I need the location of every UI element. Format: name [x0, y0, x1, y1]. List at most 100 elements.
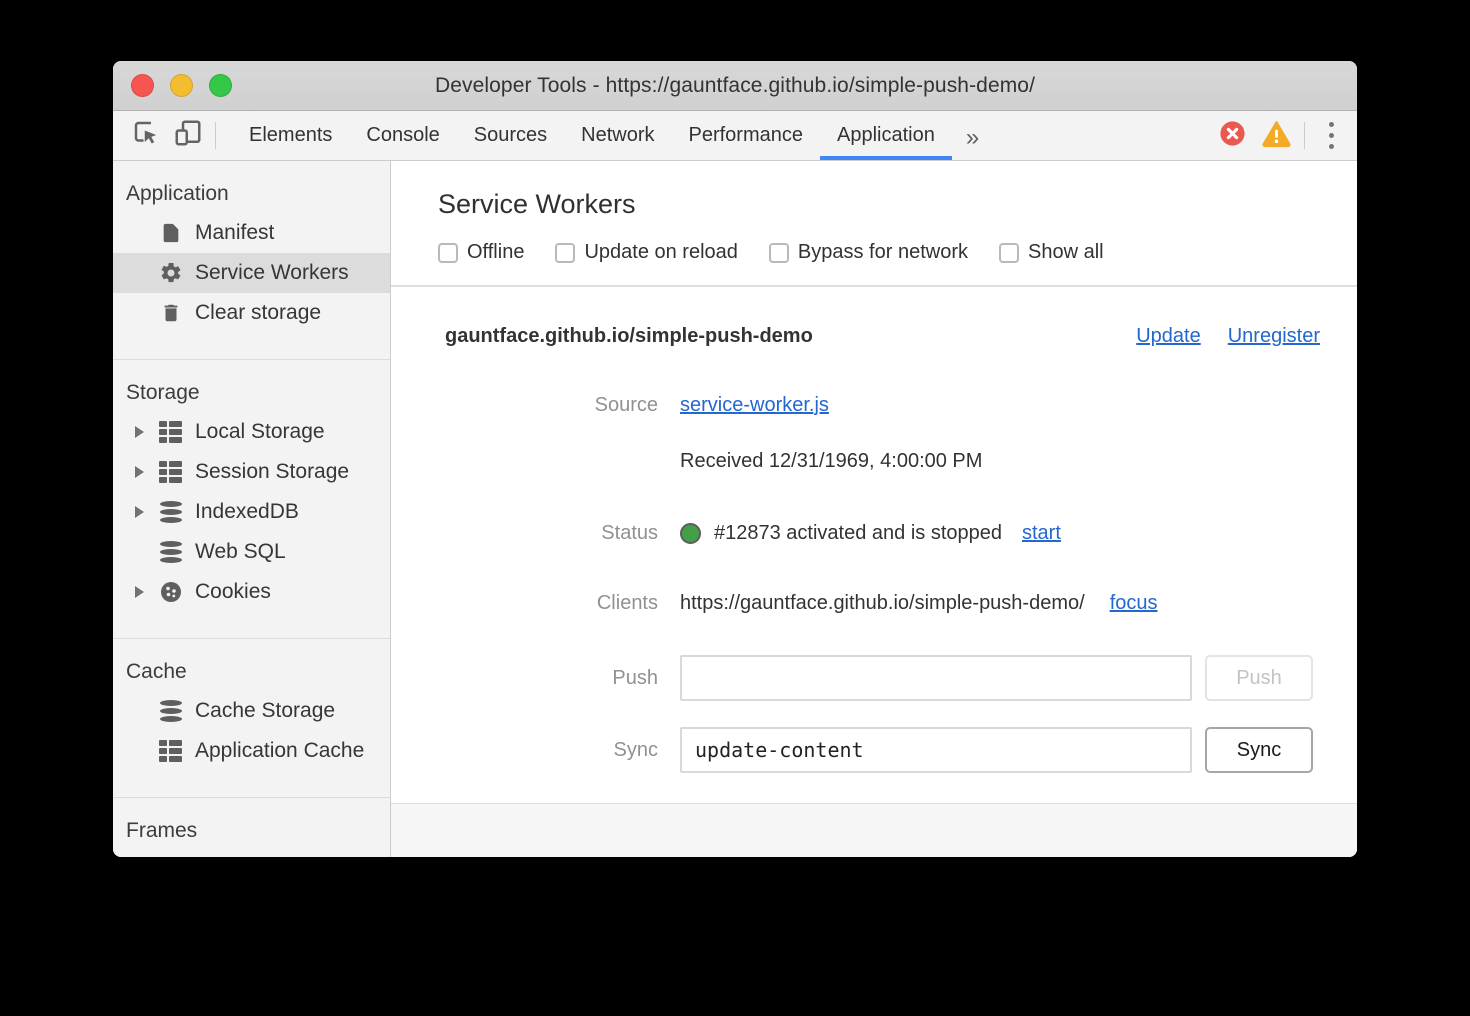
sidebar-item-session-storage[interactable]: Session Storage	[113, 452, 390, 492]
status-label: Status	[445, 522, 658, 545]
sidebar-item-label: Local Storage	[195, 420, 325, 444]
disclosure-slot[interactable]	[135, 426, 158, 438]
start-link[interactable]: start	[1022, 522, 1061, 545]
sync-label: Sync	[445, 739, 658, 762]
inspect-element-button[interactable]	[125, 111, 167, 160]
sidebar-item-label: Cookies	[195, 580, 271, 604]
clients-label: Clients	[445, 592, 658, 615]
sidebar-section-cache: Cache Cache Storage Application Cache	[113, 638, 390, 797]
push-data-input[interactable]	[680, 655, 1192, 701]
panel-header: Service Workers Offline Update on reload…	[391, 161, 1357, 287]
service-worker-details: gauntface.github.io/simple-push-demo Upd…	[391, 287, 1357, 804]
sidebar-section-application: Application Manifest Service Workers	[113, 161, 390, 359]
show-all-checkbox[interactable]: Show all	[999, 241, 1104, 264]
zoom-window-button[interactable]	[209, 74, 232, 97]
section-header-storage: Storage	[113, 374, 390, 412]
sidebar-section-frames: Frames	[113, 797, 390, 857]
console-errors-button[interactable]	[1210, 111, 1254, 160]
source-file-link[interactable]: service-worker.js	[680, 394, 829, 417]
offline-checkbox[interactable]: Offline	[438, 241, 524, 264]
checkbox-box[interactable]	[999, 243, 1019, 263]
source-label: Source	[445, 394, 658, 417]
sidebar-item-service-workers[interactable]: Service Workers	[113, 253, 390, 293]
sidebar-item-web-sql[interactable]: Web SQL	[113, 532, 390, 572]
inspect-cursor-icon	[131, 118, 161, 153]
update-on-reload-checkbox[interactable]: Update on reload	[555, 241, 737, 264]
tab-performance[interactable]: Performance	[672, 111, 821, 160]
document-icon	[158, 221, 183, 246]
disclosure-triangle-icon	[135, 466, 144, 478]
client-url: https://gauntface.github.io/simple-push-…	[680, 592, 1085, 615]
devtools-tabs: Elements Console Sources Network Perform…	[232, 111, 993, 160]
toolbar-separator	[1304, 122, 1305, 149]
toolbar-right-controls	[1210, 111, 1357, 160]
sync-tag-input[interactable]	[680, 727, 1192, 773]
database-icon	[158, 540, 183, 565]
disclosure-slot	[135, 705, 158, 717]
tab-label: Performance	[689, 124, 804, 147]
devtools-menu-button[interactable]	[1311, 111, 1351, 160]
update-link[interactable]: Update	[1136, 325, 1201, 348]
disclosure-slot	[135, 546, 158, 558]
sidebar-item-clear-storage[interactable]: Clear storage	[113, 293, 390, 333]
minimize-window-button[interactable]	[170, 74, 193, 97]
table-icon	[158, 739, 183, 764]
window-titlebar: Developer Tools - https://gauntface.gith…	[113, 61, 1357, 111]
toggle-device-toolbar-button[interactable]	[167, 111, 209, 160]
disclosure-slot[interactable]	[135, 586, 158, 598]
close-window-button[interactable]	[131, 74, 154, 97]
sidebar-item-label: IndexedDB	[195, 500, 299, 524]
push-row: Push Push	[445, 655, 1320, 701]
console-warnings-button[interactable]	[1254, 111, 1298, 160]
disclosure-triangle-icon	[135, 586, 144, 598]
sidebar-item-indexeddb[interactable]: IndexedDB	[113, 492, 390, 532]
disclosure-triangle-icon	[135, 426, 144, 438]
disclosure-slot[interactable]	[135, 466, 158, 478]
sidebar-item-label: Clear storage	[195, 301, 321, 325]
tab-label: Elements	[249, 124, 332, 147]
tab-network[interactable]: Network	[564, 111, 671, 160]
bypass-for-network-checkbox[interactable]: Bypass for network	[769, 241, 968, 264]
page-title: Service Workers	[438, 189, 1357, 220]
push-button[interactable]: Push	[1205, 655, 1313, 701]
sidebar-item-manifest[interactable]: Manifest	[113, 213, 390, 253]
trash-icon	[158, 301, 183, 326]
disclosure-slot	[135, 745, 158, 757]
worker-actions: Update Unregister	[1136, 325, 1320, 348]
focus-link[interactable]: focus	[1110, 592, 1158, 615]
devtools-body: Application Manifest Service Workers	[113, 161, 1357, 857]
database-icon	[158, 500, 183, 525]
table-icon	[158, 420, 183, 445]
application-sidebar: Application Manifest Service Workers	[113, 161, 391, 857]
status-running-dot	[680, 523, 701, 544]
checkbox-label: Update on reload	[584, 241, 737, 264]
cookie-icon	[158, 580, 183, 605]
disclosure-slot[interactable]	[135, 506, 158, 518]
tab-elements[interactable]: Elements	[232, 111, 349, 160]
checkbox-box[interactable]	[555, 243, 575, 263]
sidebar-item-cache-storage[interactable]: Cache Storage	[113, 691, 390, 731]
checkbox-label: Offline	[467, 241, 524, 264]
worker-origin: gauntface.github.io/simple-push-demo	[445, 325, 813, 348]
sidebar-item-local-storage[interactable]: Local Storage	[113, 412, 390, 452]
chevron-double-right-icon: »	[966, 124, 979, 152]
tab-application[interactable]: Application	[820, 111, 952, 160]
devtools-window: Developer Tools - https://gauntface.gith…	[113, 61, 1357, 857]
unregister-link[interactable]: Unregister	[1228, 325, 1320, 348]
sidebar-item-application-cache[interactable]: Application Cache	[113, 731, 390, 771]
sidebar-item-label: Manifest	[195, 221, 274, 245]
device-toolbar-icon	[173, 118, 203, 153]
status-text: #12873 activated and is stopped	[714, 522, 1002, 545]
checkbox-label: Show all	[1028, 241, 1104, 264]
source-row: Source service-worker.js	[445, 392, 1320, 418]
sync-button[interactable]: Sync	[1205, 727, 1313, 773]
tab-console[interactable]: Console	[349, 111, 456, 160]
sidebar-item-cookies[interactable]: Cookies	[113, 572, 390, 612]
window-controls	[131, 74, 232, 97]
checkbox-box[interactable]	[769, 243, 789, 263]
tab-sources[interactable]: Sources	[457, 111, 564, 160]
sync-row: Sync Sync	[445, 727, 1320, 773]
sidebar-item-label: Cache Storage	[195, 699, 335, 723]
checkbox-box[interactable]	[438, 243, 458, 263]
more-tabs-button[interactable]: »	[952, 111, 993, 160]
